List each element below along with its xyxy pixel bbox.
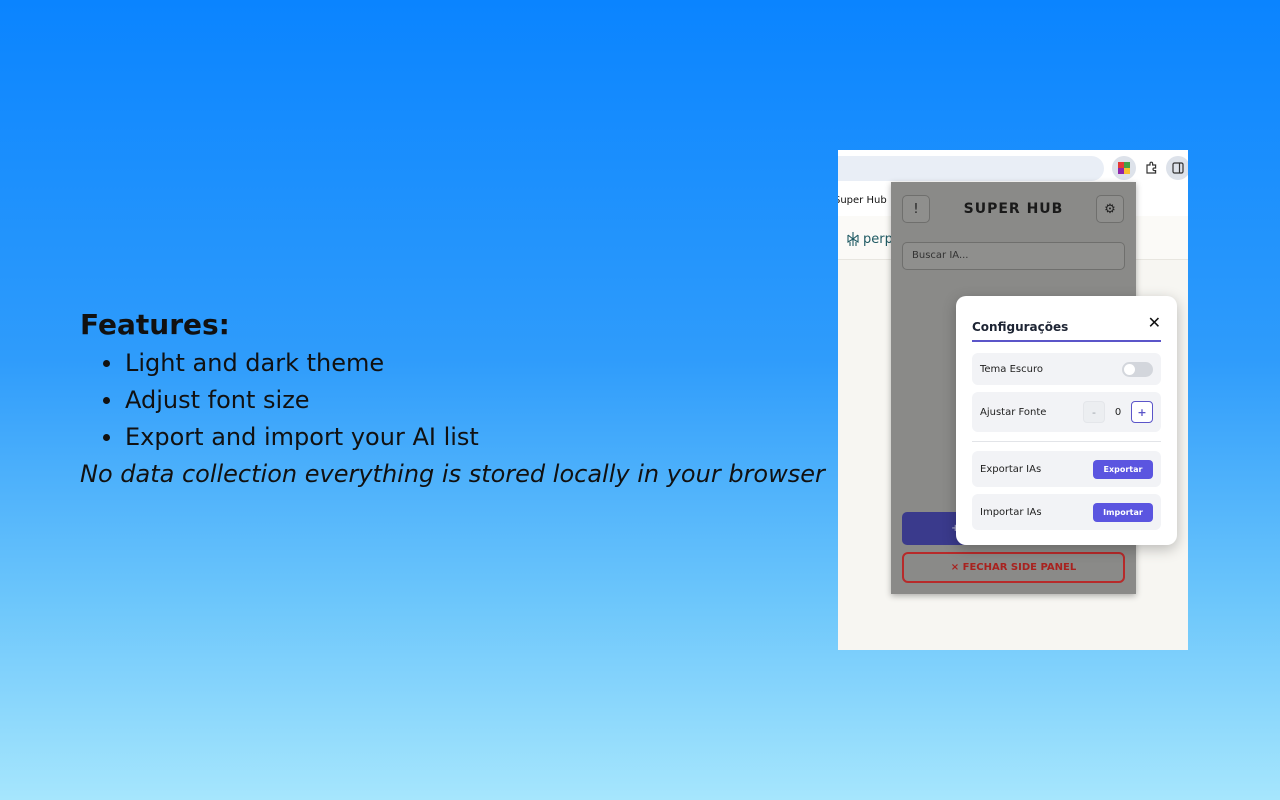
features-heading: Features: <box>80 308 230 341</box>
settings-button[interactable]: ⚙ <box>1096 195 1124 223</box>
modal-header: Configurações ✕ <box>972 313 1161 342</box>
perplexity-logo[interactable]: perp <box>846 231 893 247</box>
font-size-value: 0 <box>1114 406 1122 418</box>
font-size-stepper: - 0 + <box>1083 401 1153 423</box>
close-side-panel-button[interactable]: × FECHAR SIDE PANEL <box>902 552 1125 583</box>
search-input[interactable]: Buscar IA... <box>902 242 1125 270</box>
dark-theme-toggle[interactable] <box>1122 361 1153 377</box>
extensions-menu-button[interactable] <box>1140 156 1164 180</box>
import-label: Importar IAs <box>980 506 1042 518</box>
modal-title: Configurações <box>972 320 1069 334</box>
address-bar[interactable] <box>838 156 1104 181</box>
browser-screenshot: Super Hub perp ? ! SUPER HUB ⚙ Buscar IA… <box>838 150 1188 650</box>
perplexity-icon <box>847 232 859 246</box>
browser-toolbar <box>838 150 1188 186</box>
export-button[interactable]: Exportar <box>1093 459 1153 479</box>
font-size-row: Ajustar Fonte - 0 + <box>972 392 1161 432</box>
perplexity-brand-text: perp <box>863 231 893 247</box>
import-button[interactable]: Importar <box>1093 502 1153 522</box>
features-section: Features: Light and dark theme Adjust fo… <box>80 308 825 493</box>
close-icon[interactable]: ✕ <box>1148 313 1161 332</box>
dark-theme-row: Tema Escuro <box>972 353 1161 385</box>
feature-item: Export and import your AI list <box>103 419 825 456</box>
export-label: Exportar IAs <box>980 463 1042 475</box>
font-size-label: Ajustar Fonte <box>980 406 1047 418</box>
dark-theme-label: Tema Escuro <box>980 363 1043 375</box>
gear-icon: ⚙ <box>1104 201 1116 217</box>
extension-button[interactable] <box>1112 156 1136 180</box>
export-row: Exportar IAs Exportar <box>972 451 1161 487</box>
puzzle-icon <box>1146 161 1157 174</box>
superhub-extension-icon <box>1118 162 1130 174</box>
import-row: Importar IAs Importar <box>972 494 1161 530</box>
font-decrease-button[interactable]: - <box>1083 401 1105 423</box>
side-panel-icon <box>1172 162 1184 174</box>
font-increase-button[interactable]: + <box>1131 401 1153 423</box>
privacy-note: No data collection everything is stored … <box>80 460 825 488</box>
divider <box>972 441 1161 442</box>
side-panel-toggle[interactable] <box>1166 156 1188 180</box>
feature-item: Adjust font size <box>103 382 825 419</box>
features-list: Light and dark theme Adjust font size Ex… <box>103 345 825 456</box>
feature-item: Light and dark theme <box>103 345 825 382</box>
side-panel: ! SUPER HUB ⚙ Buscar IA... + ADICIONAR N… <box>891 182 1177 594</box>
tab-title[interactable]: Super Hub <box>838 195 887 206</box>
settings-modal: Configurações ✕ Tema Escuro Ajustar Font… <box>956 296 1177 545</box>
